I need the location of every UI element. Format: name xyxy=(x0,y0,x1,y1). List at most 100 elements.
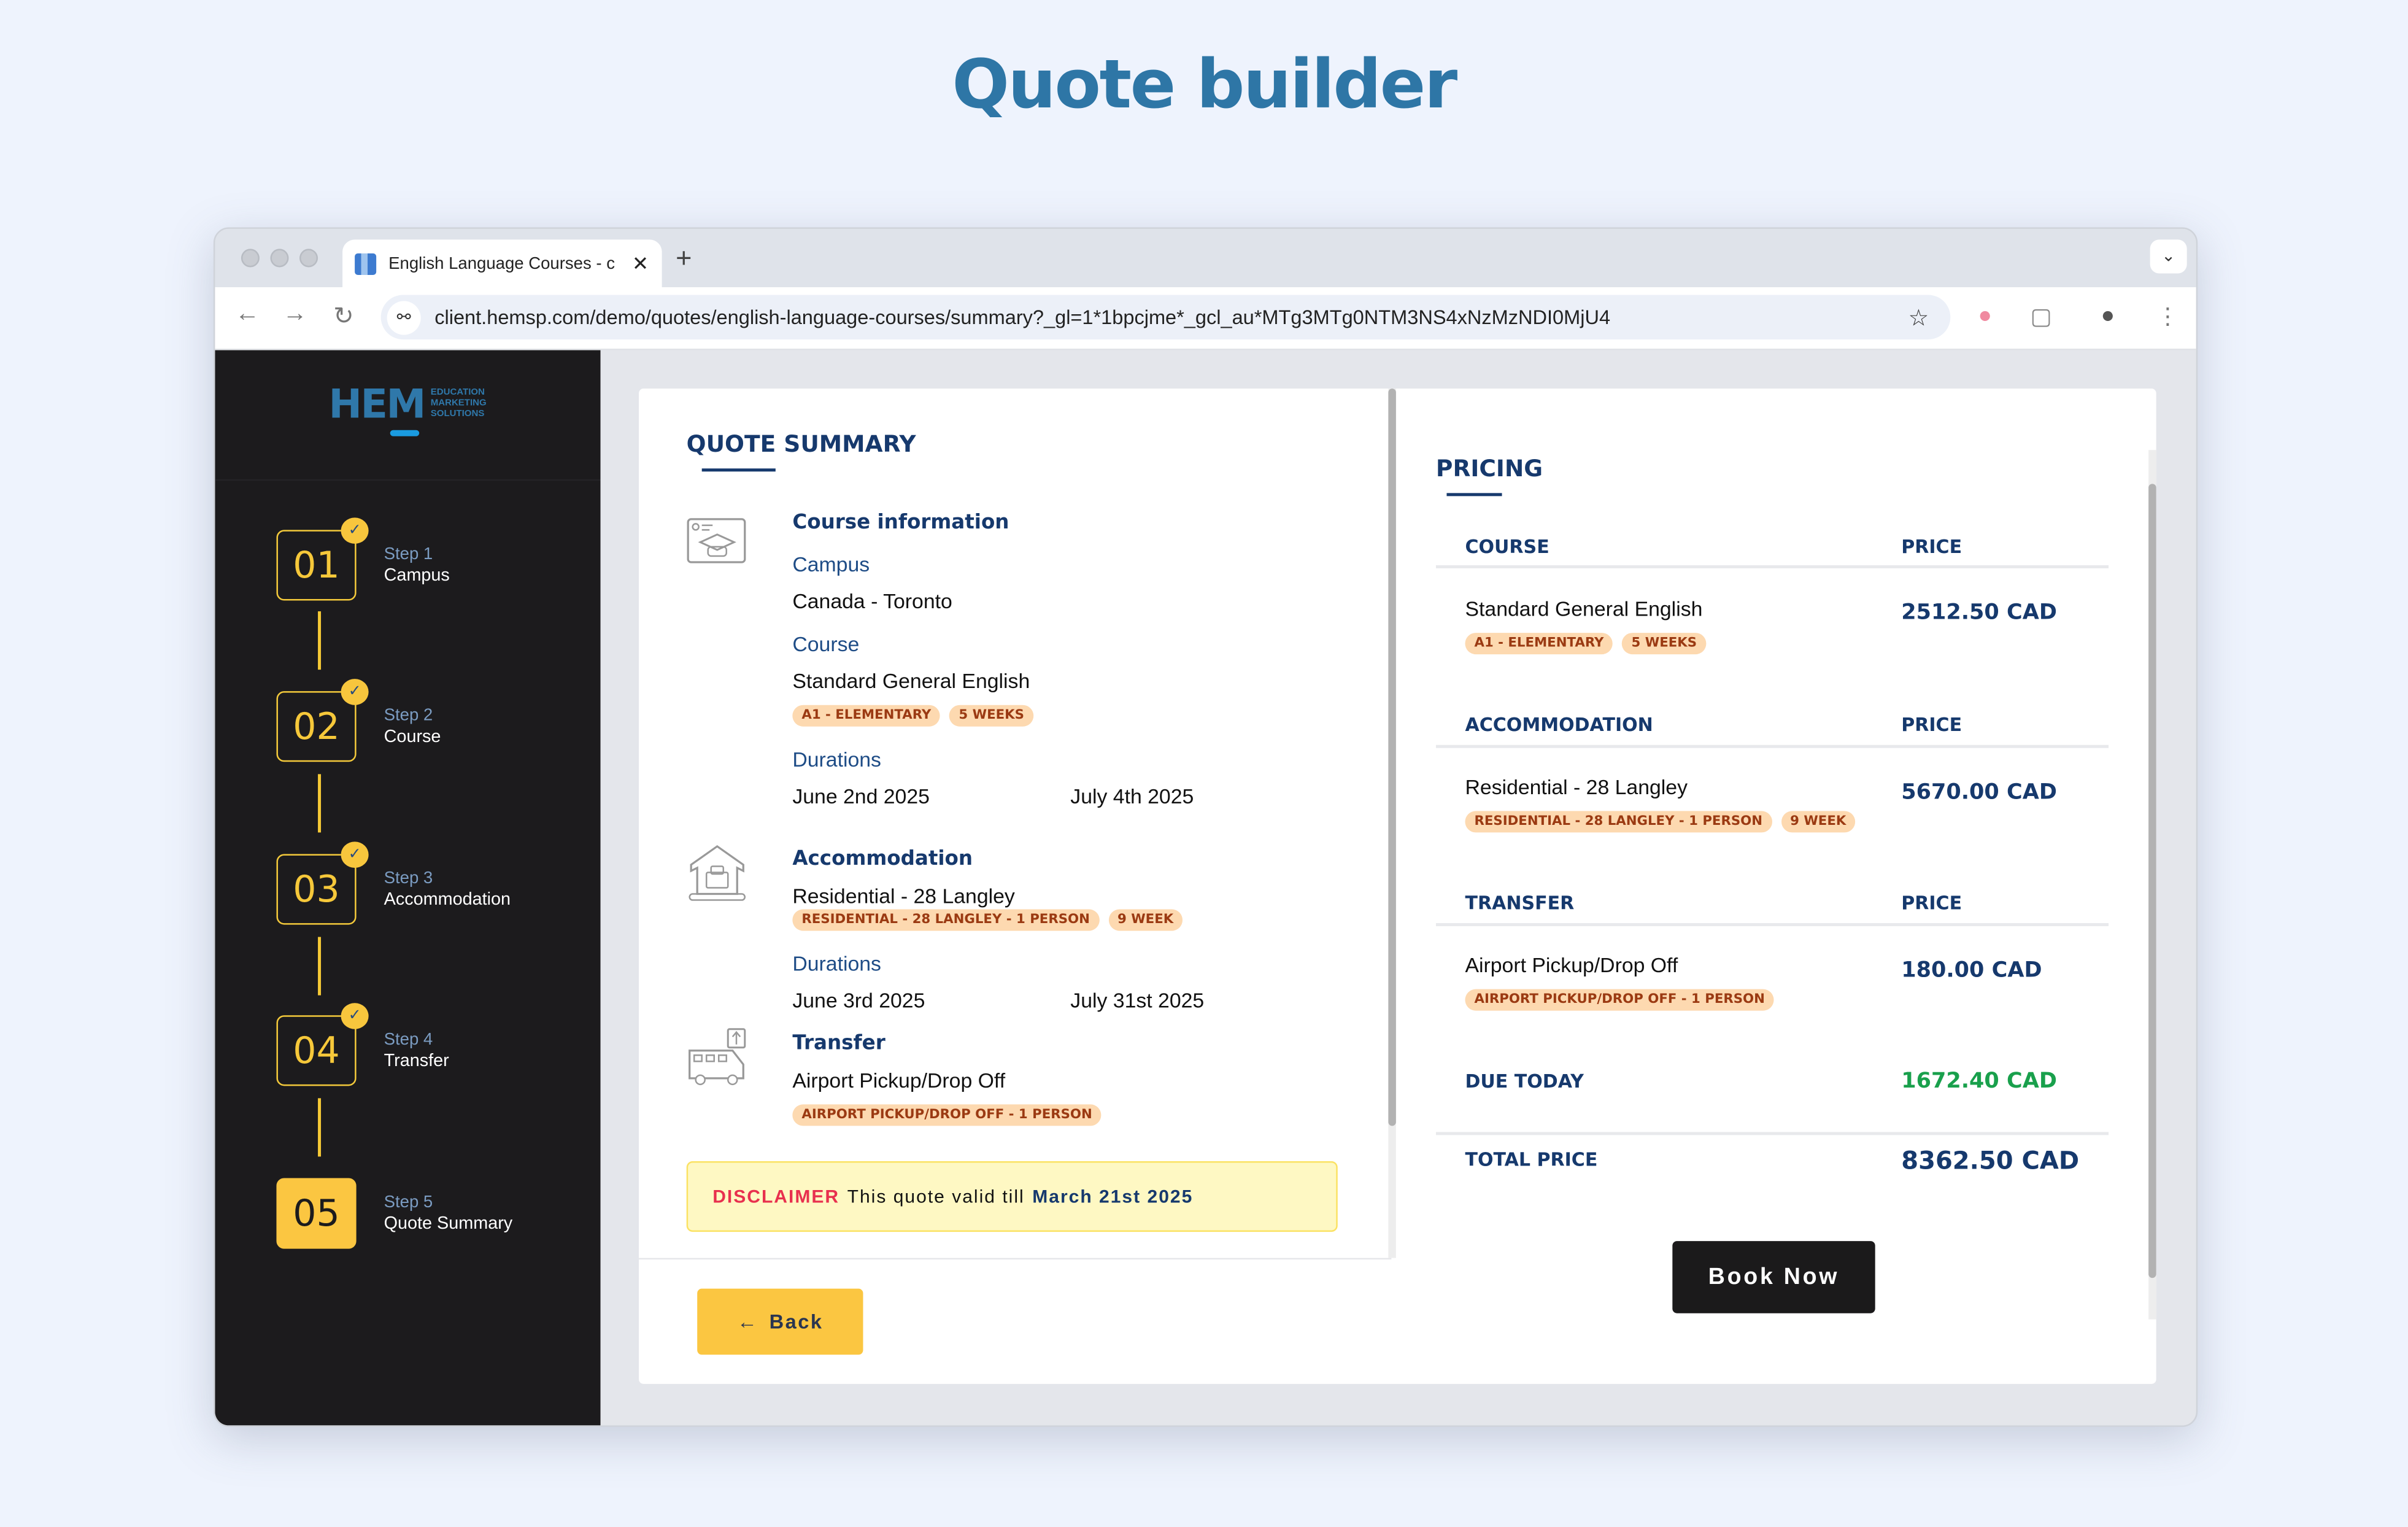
pricing-scrollbar[interactable] xyxy=(2148,450,2156,1320)
transfer-value: Airport Pickup/Drop Off xyxy=(792,1069,1006,1092)
window-zoom-dot[interactable] xyxy=(299,249,318,268)
step-name: Course xyxy=(384,727,441,746)
step-campus[interactable]: 01 ✓ Step 1 Campus xyxy=(276,517,450,601)
due-today-label: DUE TODAY xyxy=(1465,1070,1584,1092)
duration-chip: 9 WEEK xyxy=(1108,909,1183,931)
logo-subtitle: EDUCATION MARKETING SOLUTIONS xyxy=(431,389,487,421)
course-end-date: July 4th 2025 xyxy=(1070,784,1194,808)
price-column-header: PRICE xyxy=(1901,892,1962,914)
course-price: 2512.50 CAD xyxy=(1901,600,2057,625)
step-label: Step 1 xyxy=(384,544,433,563)
quote-card: QUOTE SUMMARY Course information Campus … xyxy=(639,389,2156,1384)
extension-strawberry-icon[interactable]: ● xyxy=(1978,303,1992,329)
step-name: Campus xyxy=(384,566,450,585)
steps-sidebar: HEM EDUCATION MARKETING SOLUTIONS 01 ✓ St… xyxy=(215,350,601,1426)
accommodation-title: Accommodation xyxy=(792,848,973,871)
new-tab-icon[interactable]: + xyxy=(676,242,692,275)
step-number-box: 04 ✓ xyxy=(276,1003,369,1086)
step-label: Step 3 xyxy=(384,868,433,887)
browser-toolbar: ← → ↻ ⚯ client.hemsp.com/demo/quotes/eng… xyxy=(215,287,2196,350)
course-item-chips: A1 - ELEMENTARY 5 WEEKS xyxy=(1465,633,1707,655)
step-number-box-active: 05 xyxy=(276,1178,357,1249)
total-price-value: 8362.50 CAD xyxy=(1901,1145,2080,1175)
step-transfer[interactable]: 04 ✓ Step 4 Transfer xyxy=(276,1003,449,1086)
bookmark-star-icon[interactable]: ☆ xyxy=(1908,303,1929,331)
step-accommodation[interactable]: 03 ✓ Step 3 Accommodation xyxy=(276,841,511,925)
browser-tab[interactable]: English Language Courses - c ✕ xyxy=(342,239,662,287)
tab-search-chevron-icon[interactable]: ⌄ xyxy=(2150,239,2187,274)
address-bar[interactable]: ⚯ client.hemsp.com/demo/quotes/english-l… xyxy=(380,295,1951,340)
duration-chip: 9 WEEK xyxy=(1781,811,1856,833)
check-icon: ✓ xyxy=(341,1003,369,1029)
disclaimer-label: DISCLAIMER xyxy=(712,1186,840,1208)
divider xyxy=(1435,744,2109,748)
step-connector xyxy=(318,937,322,995)
duration-chip: 5 WEEKS xyxy=(1622,633,1707,655)
heading-underline xyxy=(1446,493,1502,497)
step-name: Accommodation xyxy=(384,890,511,909)
back-arrow-icon[interactable]: ← xyxy=(235,301,260,329)
browser-menu-kebab-icon[interactable]: ⋮ xyxy=(2156,303,2180,331)
price-column-header: PRICE xyxy=(1901,714,1962,736)
step-quote-summary[interactable]: 05 Step 5 Quote Summary xyxy=(276,1178,513,1249)
site-settings-icon[interactable]: ⚯ xyxy=(387,300,421,334)
forward-arrow-icon[interactable]: → xyxy=(282,301,307,329)
course-column-header: COURSE xyxy=(1465,536,1549,558)
divider xyxy=(1435,1132,2109,1135)
due-today-value: 1672.40 CAD xyxy=(1901,1069,2057,1094)
back-button-label: Back xyxy=(769,1310,824,1334)
transfer-column-header: TRANSFER xyxy=(1465,892,1575,914)
summary-scrollbar[interactable] xyxy=(1388,389,1396,1258)
course-durations-label: Durations xyxy=(792,748,881,771)
accommodation-end-date: July 31st 2025 xyxy=(1070,989,1205,1013)
quote-summary-panel: QUOTE SUMMARY Course information Campus … xyxy=(639,389,1392,1260)
window-minimize-dot[interactable] xyxy=(270,249,289,268)
scrollbar-thumb[interactable] xyxy=(1388,389,1396,1126)
step-number: 01 xyxy=(293,543,340,587)
favicon-icon xyxy=(355,252,377,274)
step-connector xyxy=(318,774,322,833)
back-button[interactable]: ← Back xyxy=(697,1288,863,1355)
room-chip: RESIDENTIAL - 28 LANGLEY - 1 PERSON xyxy=(792,909,1099,931)
close-tab-icon[interactable]: ✕ xyxy=(628,251,653,276)
url-text[interactable]: client.hemsp.com/demo/quotes/english-lan… xyxy=(434,306,1908,329)
step-label: Step 5 xyxy=(384,1193,433,1212)
course-label: Course xyxy=(792,633,860,656)
duration-chip: 5 WEEKS xyxy=(949,705,1033,727)
transfer-item-name: Airport Pickup/Drop Off xyxy=(1465,954,1678,977)
transfer-chips: AIRPORT PICKUP/DROP OFF - 1 PERSON xyxy=(792,1104,1102,1126)
back-arrow-icon: ← xyxy=(737,1310,759,1334)
extensions-puzzle-icon[interactable]: ▢ xyxy=(2030,303,2052,331)
course-graduation-cap-icon xyxy=(687,518,746,563)
check-icon: ✓ xyxy=(341,517,369,544)
logo-sub-line: SOLUTIONS xyxy=(430,410,485,420)
level-chip: A1 - ELEMENTARY xyxy=(792,705,941,727)
window-close-dot[interactable] xyxy=(241,249,260,268)
step-connector xyxy=(318,1098,322,1157)
main-content: QUOTE SUMMARY Course information Campus … xyxy=(600,350,2196,1426)
level-chip: A1 - ELEMENTARY xyxy=(1465,633,1613,655)
transfer-price: 180.00 CAD xyxy=(1901,958,2042,983)
step-number: 04 xyxy=(293,1029,340,1072)
campus-value: Canada - Toronto xyxy=(792,589,952,613)
profile-avatar-icon[interactable]: ● xyxy=(2101,303,2115,329)
step-course[interactable]: 02 ✓ Step 2 Course xyxy=(276,679,441,762)
book-now-button[interactable]: Book Now xyxy=(1672,1241,1875,1313)
step-name: Transfer xyxy=(384,1051,449,1070)
scrollbar-thumb[interactable] xyxy=(2148,484,2156,1278)
course-start-date: June 2nd 2025 xyxy=(792,784,930,808)
reload-icon[interactable]: ↻ xyxy=(333,301,354,332)
page-title: Quote builder xyxy=(952,46,1457,125)
course-item-name: Standard General English xyxy=(1465,597,1703,621)
accommodation-item-chips: RESIDENTIAL - 28 LANGLEY - 1 PERSON 9 WE… xyxy=(1465,811,1856,833)
step-name: Quote Summary xyxy=(384,1214,513,1233)
logo-underline xyxy=(390,430,420,436)
transfer-chip: AIRPORT PICKUP/DROP OFF - 1 PERSON xyxy=(1465,989,1774,1011)
pricing-panel: PRICING COURSE PRICE Standard General En… xyxy=(1396,389,2156,1384)
accommodation-house-icon xyxy=(689,845,746,901)
step-number-box: 03 ✓ xyxy=(276,841,369,925)
transfer-chip: AIRPORT PICKUP/DROP OFF - 1 PERSON xyxy=(792,1104,1102,1126)
accommodation-start-date: June 3rd 2025 xyxy=(792,989,925,1013)
accommodation-chips: RESIDENTIAL - 28 LANGLEY - 1 PERSON 9 WE… xyxy=(792,909,1183,931)
step-number-box: 01 ✓ xyxy=(276,517,369,601)
